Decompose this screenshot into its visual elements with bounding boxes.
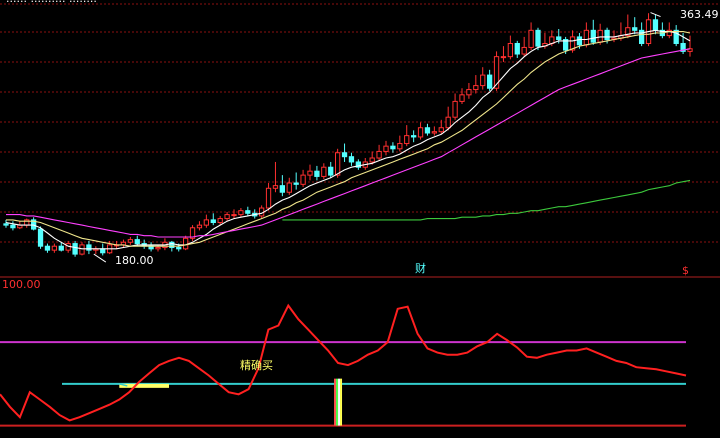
candle-body-53 <box>369 157 375 163</box>
candle-body-48 <box>334 152 341 176</box>
candle-body-45 <box>314 170 320 177</box>
candle-body-19 <box>134 239 140 245</box>
moving-averages <box>5 12 691 263</box>
buy-signal-label: 精确买 <box>240 359 273 372</box>
low-annotation-arrow <box>93 253 107 263</box>
candle-body-28 <box>196 224 203 229</box>
candle-body-43 <box>300 174 306 185</box>
candle-body-72 <box>500 56 507 59</box>
candle-body-73 <box>507 42 514 58</box>
candle-body-12 <box>86 244 92 251</box>
candle-body-10 <box>72 243 78 255</box>
indicator-max-label: 100.00 <box>2 278 41 291</box>
candle-body-11 <box>79 244 85 255</box>
ma-mid-line <box>6 31 691 247</box>
candle-body-33 <box>231 214 237 217</box>
dollar-marker-icon[interactable]: $ <box>682 264 689 277</box>
candle-body-57 <box>397 143 403 150</box>
candle-body-54 <box>376 150 382 159</box>
candle-body-7 <box>51 245 58 251</box>
header-partial-text: ...... .......... ........ <box>6 0 97 5</box>
candle-body-66 <box>459 94 465 102</box>
candle-body-69 <box>480 74 486 87</box>
signal-bar-0-0 <box>334 378 337 426</box>
signal-bar-0-3 <box>340 378 343 426</box>
candle-body-68 <box>473 85 479 91</box>
candle-body-65 <box>452 100 458 118</box>
candle-body-0 <box>3 223 9 226</box>
fin-marker-icon[interactable]: 财 <box>415 261 426 275</box>
candle-body-94 <box>652 19 659 31</box>
stock-chart-window: ...... .......... ........ 363.49 180.00… <box>0 0 720 438</box>
candle-body-8 <box>58 245 64 251</box>
price-high-label: 363.49 <box>680 8 719 21</box>
candle-body-85 <box>590 29 596 43</box>
candle-body-6 <box>44 245 51 251</box>
candle-body-40 <box>279 185 286 193</box>
price-and-indicator-chart[interactable]: ...... .......... ........ 363.49 180.00… <box>0 0 720 438</box>
candle-body-46 <box>321 166 327 177</box>
candle-body-87 <box>604 29 610 41</box>
candle-body-91 <box>632 27 638 31</box>
candle-body-49 <box>341 152 348 158</box>
candle-body-84 <box>583 29 590 46</box>
candle-body-47 <box>328 166 334 176</box>
candle-body-62 <box>431 131 438 134</box>
indicator-panel[interactable] <box>0 303 687 427</box>
candle-body-59 <box>410 135 417 138</box>
grid-lines <box>0 3 720 278</box>
candle-body-39 <box>272 185 279 189</box>
candle-body-1 <box>10 224 16 229</box>
candle-body-61 <box>424 127 431 134</box>
candle-body-74 <box>514 42 520 55</box>
candle-body-26 <box>182 237 189 250</box>
indicator-line <box>0 303 687 422</box>
candle-body-63 <box>438 127 444 133</box>
candle-body-64 <box>445 116 451 129</box>
candle-body-56 <box>390 145 396 150</box>
candle-body-44 <box>307 170 313 176</box>
candle-body-25 <box>176 247 182 250</box>
candle-body-50 <box>348 156 355 163</box>
candle-body-77 <box>535 29 541 47</box>
candle-body-80 <box>556 36 562 41</box>
signal-bar-0-2 <box>338 378 341 426</box>
candle-body-32 <box>224 214 230 220</box>
ma-short-line <box>5 29 691 250</box>
ma-xlong-line <box>282 179 691 221</box>
candle-body-75 <box>521 46 527 55</box>
candle-body-60 <box>417 127 424 138</box>
candle-body-41 <box>286 182 292 193</box>
candle-body-58 <box>404 135 410 145</box>
ma-long-line <box>6 48 691 238</box>
candle-body-55 <box>383 145 389 152</box>
candle-body-34 <box>238 210 244 216</box>
candle-body-38 <box>265 187 272 209</box>
candle-body-35 <box>245 210 251 214</box>
candle-body-83 <box>576 36 583 46</box>
candle-body-76 <box>528 29 534 48</box>
candle-body-86 <box>597 29 603 43</box>
candle-body-70 <box>486 74 493 89</box>
price-low-label: 180.00 <box>115 254 154 267</box>
candle-body-42 <box>293 182 299 185</box>
candle-body-30 <box>210 219 216 224</box>
signal-bar-0-1 <box>336 378 339 426</box>
candle-body-18 <box>127 239 134 243</box>
candle-body-29 <box>203 219 210 226</box>
candle-body-67 <box>466 89 472 96</box>
candle-body-31 <box>217 218 223 224</box>
candle-body-22 <box>155 247 161 250</box>
candle-body-14 <box>100 248 106 254</box>
candle-body-5 <box>37 228 44 247</box>
